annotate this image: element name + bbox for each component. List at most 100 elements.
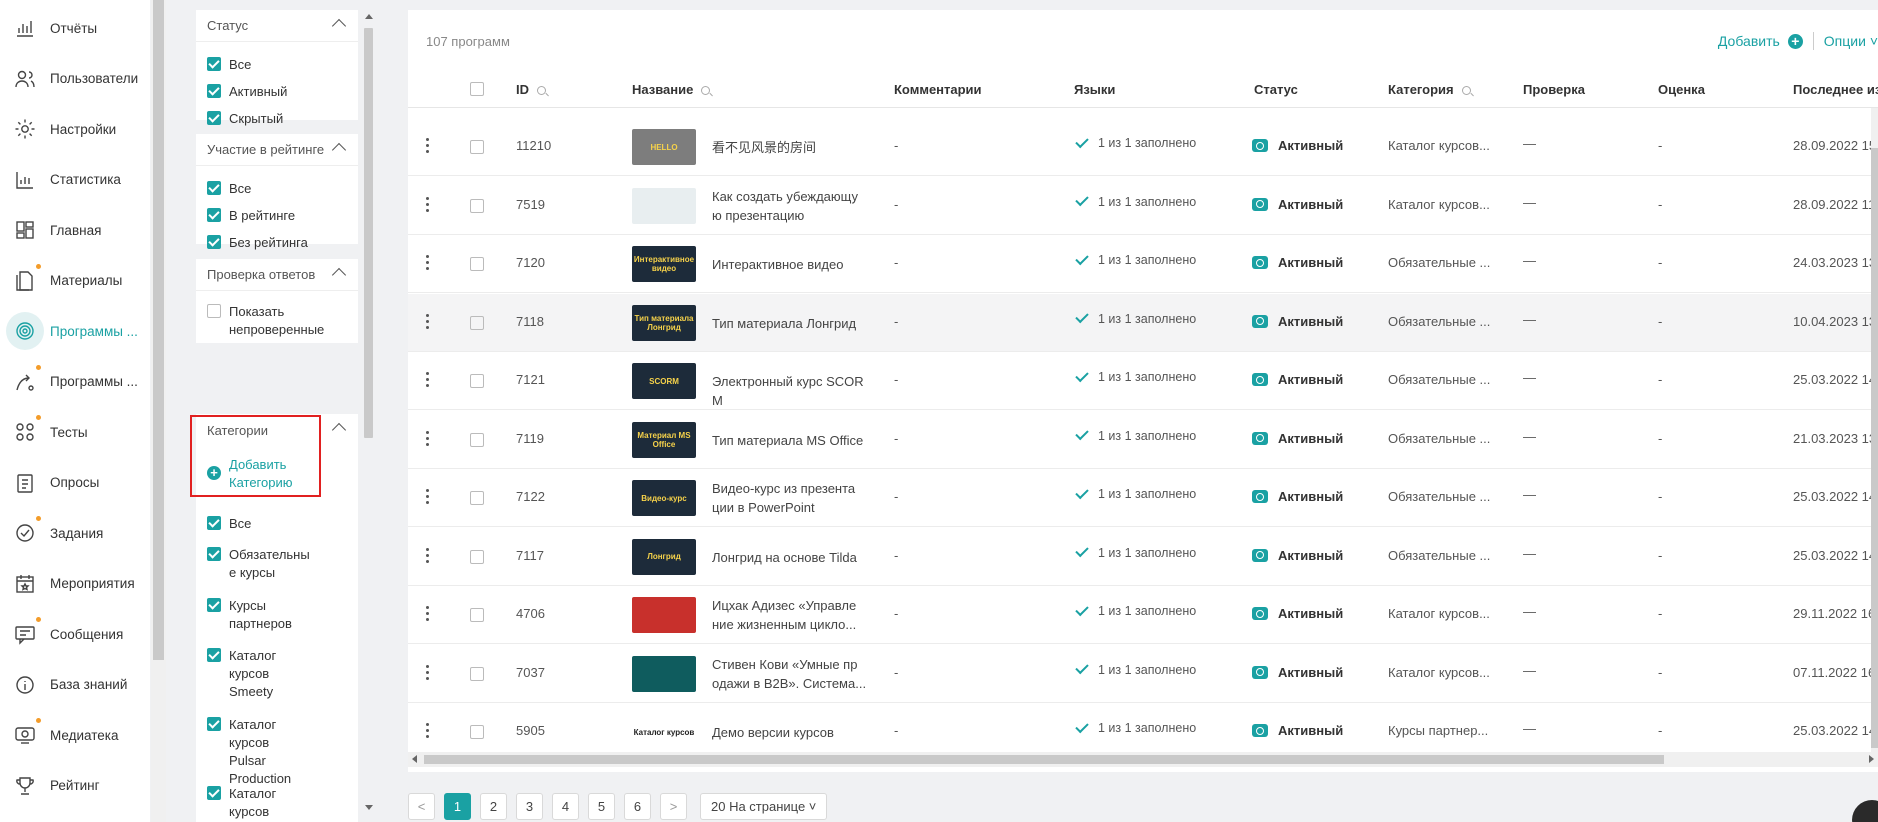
search-icon[interactable] bbox=[1461, 86, 1471, 95]
nav-item-statistics[interactable]: Статистика bbox=[0, 155, 150, 205]
row-name[interactable]: Демо версии курсов bbox=[712, 723, 868, 742]
options-dropdown[interactable]: Опции ˅ bbox=[1824, 33, 1878, 49]
row-name[interactable]: Тип материала Лонгрид bbox=[712, 314, 868, 333]
search-icon[interactable] bbox=[537, 86, 546, 95]
row-name[interactable]: Электронный курс SCOR M bbox=[712, 372, 868, 410]
sidebar-scrollbar-thumb[interactable] bbox=[153, 0, 164, 660]
checkbox[interactable] bbox=[207, 547, 221, 561]
filter-rating-out[interactable]: Без рейтинга bbox=[207, 234, 319, 252]
column-name[interactable]: Название bbox=[632, 82, 711, 97]
checkbox[interactable] bbox=[207, 111, 221, 125]
table-row[interactable]: 7120 Интерактивное видео Интерактивное вид… bbox=[408, 235, 1878, 293]
filter-status-all[interactable]: Все bbox=[207, 56, 319, 74]
table-horizontal-scrollbar[interactable] bbox=[408, 752, 1878, 767]
chevron-up-icon[interactable] bbox=[331, 422, 347, 438]
program-thumbnail[interactable] bbox=[632, 187, 696, 224]
filter-status-header[interactable]: Статус bbox=[196, 10, 358, 42]
scroll-up-icon[interactable] bbox=[365, 14, 373, 19]
checkbox[interactable] bbox=[207, 235, 221, 249]
search-icon[interactable] bbox=[701, 86, 711, 95]
filter-rating-header[interactable]: Участие в рейтинге bbox=[196, 134, 358, 166]
scroll-left-icon[interactable] bbox=[412, 755, 417, 763]
row-menu-icon[interactable] bbox=[426, 664, 430, 683]
page-button[interactable]: 1 bbox=[444, 793, 471, 820]
chevron-up-icon[interactable] bbox=[331, 267, 347, 283]
filter-review-header[interactable]: Проверка ответов bbox=[196, 259, 358, 291]
row-checkbox[interactable] bbox=[470, 432, 484, 447]
program-thumbnail[interactable]: HELLO bbox=[632, 129, 696, 165]
filter-scrollbar-thumb[interactable] bbox=[364, 28, 373, 438]
nav-item-tests[interactable]: Тесты bbox=[0, 407, 150, 457]
checkbox[interactable] bbox=[207, 84, 221, 98]
row-checkbox[interactable] bbox=[470, 666, 484, 681]
filter-category-pulsar[interactable]: Каталог курсов Pulsar Production bbox=[207, 716, 309, 788]
row-menu-icon[interactable] bbox=[426, 723, 430, 741]
row-menu-icon[interactable] bbox=[426, 547, 430, 566]
row-name[interactable]: 看不见风景的房间 bbox=[712, 138, 868, 157]
program-thumbnail[interactable]: Лонгрид bbox=[632, 538, 696, 575]
filter-rating-all[interactable]: Все bbox=[207, 180, 319, 198]
nav-item-trophy[interactable]: Рейтинг bbox=[0, 761, 150, 811]
table-row[interactable]: 4706 Ицхак Адизес «Управле ние жизненным … bbox=[408, 586, 1878, 644]
program-thumbnail[interactable]: Материал MS Office bbox=[632, 421, 696, 458]
filter-category-partners[interactable]: Курсы партнеров bbox=[207, 597, 295, 633]
row-menu-icon[interactable] bbox=[426, 489, 430, 507]
nav-item-gear[interactable]: Настройки bbox=[0, 104, 150, 154]
row-name[interactable]: Тип материала MS Office bbox=[712, 431, 868, 450]
table-vertical-scrollbar-thumb[interactable] bbox=[1871, 148, 1878, 748]
nav-item-dashboard[interactable]: Главная bbox=[0, 205, 150, 255]
program-thumbnail[interactable]: Интерактивное видео bbox=[632, 246, 696, 282]
checkbox[interactable] bbox=[207, 717, 221, 731]
checkbox[interactable] bbox=[207, 304, 221, 318]
column-grade[interactable]: Оценка bbox=[1658, 82, 1705, 97]
row-name[interactable]: Стивен Кови «Умные пр одажи в B2B». Сист… bbox=[712, 655, 868, 693]
row-name[interactable]: Лонгрид на основе Tilda bbox=[712, 548, 868, 567]
chevron-up-icon[interactable] bbox=[331, 18, 347, 34]
table-horizontal-scrollbar-thumb[interactable] bbox=[424, 755, 1664, 764]
column-status[interactable]: Статус bbox=[1254, 82, 1298, 97]
checkbox[interactable] bbox=[207, 181, 221, 195]
program-thumbnail[interactable] bbox=[632, 655, 696, 692]
row-checkbox[interactable] bbox=[470, 315, 484, 330]
checkbox[interactable] bbox=[207, 57, 221, 71]
table-row[interactable]: 7519 Как создать убеждающу ю презентацию -… bbox=[408, 177, 1878, 235]
checkbox[interactable] bbox=[207, 208, 221, 222]
row-menu-icon[interactable] bbox=[426, 430, 430, 449]
row-name[interactable]: Интерактивное видео bbox=[712, 255, 868, 274]
row-checkbox[interactable] bbox=[470, 549, 484, 564]
nav-item-message[interactable]: Сообщения bbox=[0, 609, 150, 659]
filter-category-all[interactable]: Все bbox=[207, 515, 319, 533]
column-comments[interactable]: Комментарии bbox=[894, 82, 982, 97]
column-languages[interactable]: Языки bbox=[1074, 82, 1115, 97]
checkbox[interactable] bbox=[207, 598, 221, 612]
row-menu-icon[interactable] bbox=[426, 138, 430, 156]
nav-item-route[interactable]: Программы ... bbox=[0, 357, 150, 407]
row-checkbox[interactable] bbox=[470, 198, 484, 213]
program-thumbnail[interactable]: Видео-курс bbox=[632, 480, 696, 516]
table-row[interactable]: 7121 SCORM Электронный курс SCOR M - 1 из 1 … bbox=[408, 352, 1878, 410]
select-all-checkbox[interactable] bbox=[470, 82, 484, 96]
add-program-button[interactable]: Добавить + bbox=[1718, 33, 1803, 49]
scroll-down-icon[interactable] bbox=[365, 805, 373, 810]
chevron-up-icon[interactable] bbox=[331, 142, 347, 158]
table-row[interactable]: 7118 Тип материала Лонгрид Тип материала Л… bbox=[408, 293, 1878, 352]
scroll-right-icon[interactable] bbox=[1869, 755, 1874, 763]
checkbox[interactable] bbox=[207, 786, 221, 800]
row-menu-icon[interactable] bbox=[426, 196, 430, 215]
page-button[interactable]: 4 bbox=[552, 793, 579, 820]
row-menu-icon[interactable] bbox=[426, 255, 430, 273]
program-thumbnail[interactable]: Тип материала Лонгрид bbox=[632, 304, 696, 341]
help-widget[interactable] bbox=[1852, 800, 1878, 822]
sidebar-scrollbar[interactable] bbox=[151, 0, 166, 822]
row-checkbox[interactable] bbox=[470, 257, 484, 271]
table-vertical-scrollbar[interactable] bbox=[1871, 108, 1878, 752]
row-menu-icon[interactable] bbox=[426, 372, 430, 390]
table-row[interactable]: 7119 Материал MS Office Тип материала MS O… bbox=[408, 411, 1878, 469]
page-button[interactable]: 3 bbox=[516, 793, 543, 820]
column-check[interactable]: Проверка bbox=[1523, 82, 1585, 97]
nav-item-calendar[interactable]: Мероприятия bbox=[0, 559, 150, 609]
column-id[interactable]: ID bbox=[516, 82, 546, 97]
page-button[interactable]: 6 bbox=[624, 793, 651, 820]
page-button[interactable]: 2 bbox=[480, 793, 507, 820]
row-checkbox[interactable] bbox=[470, 374, 484, 388]
